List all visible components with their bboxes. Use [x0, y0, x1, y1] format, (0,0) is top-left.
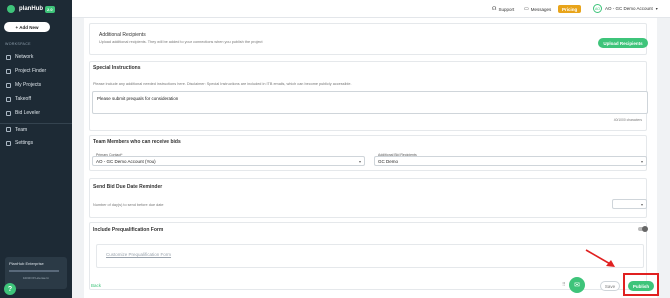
- instructions-title: Special Instructions: [93, 65, 141, 71]
- chat-button[interactable]: ✉: [569, 277, 585, 293]
- enterprise-title: PlanHub Enterprise: [9, 261, 44, 266]
- sidebar-item-label: Settings: [15, 140, 34, 146]
- additional-recipients-value: GC Demo: [378, 158, 399, 164]
- prequal-toggle[interactable]: [638, 226, 648, 232]
- sidebar-item-label: Team: [15, 126, 28, 133]
- sidebar-item-label: My Projects: [15, 82, 42, 88]
- message-icon: ▭: [524, 6, 529, 12]
- brand-logo[interactable]: planHub 2.0: [7, 5, 55, 13]
- sidebar-item-takeoff[interactable]: Takeoff: [0, 93, 72, 105]
- brand-version-tag: 2.0: [45, 5, 55, 13]
- sidebar: planHub 2.0 + Add New WORKSPACE Network …: [0, 0, 72, 298]
- upload-recipients-button[interactable]: Upload Recipients: [598, 38, 648, 48]
- primary-contact-value: AO - GC Demo Account (You): [96, 158, 156, 164]
- team-title: Team Members who can receive bids: [93, 139, 181, 145]
- char-counter: 40/1000 characters: [613, 118, 642, 122]
- sidebar-item-settings[interactable]: Settings: [0, 137, 72, 149]
- sidebar-item-network[interactable]: Network: [0, 51, 72, 63]
- sidebar-item-project-finder[interactable]: Project Finder: [0, 65, 72, 77]
- chevron-down-icon: ▾: [640, 201, 643, 207]
- brand-name: planHub: [19, 6, 43, 12]
- chevron-down-icon: ▾: [358, 158, 361, 164]
- prequal-title: Include Prequalification Form: [93, 227, 164, 233]
- ruler-icon: [6, 96, 11, 102]
- messages-link[interactable]: ▭ Messages: [524, 6, 551, 12]
- recipients-card: Additional Recipients Upload additional …: [89, 23, 648, 55]
- instructions-desc: Please include any additional needed ins…: [93, 82, 352, 86]
- special-instructions-input[interactable]: Please submit prequals for consideration: [92, 91, 648, 114]
- reminder-label: Number of day(s) to send before due date: [93, 203, 164, 207]
- sidebar-item-label: Bid Leveler: [15, 110, 41, 116]
- avatar: AO: [593, 4, 602, 13]
- account-menu[interactable]: AO AO - GC Demo Account ▾: [593, 4, 658, 13]
- sidebar-section-label: WORKSPACE: [5, 42, 31, 46]
- reminder-days-select[interactable]: ▾: [612, 199, 647, 209]
- prequal-card: Include Prequalification Form: [89, 222, 647, 290]
- gear-icon: [6, 140, 11, 146]
- messages-label: Messages: [530, 6, 552, 12]
- add-new-button[interactable]: + Add New: [4, 22, 50, 32]
- save-button[interactable]: Save: [600, 281, 620, 291]
- customize-prequal-link[interactable]: Customize Prequalification Form: [106, 252, 171, 257]
- network-icon: [6, 54, 11, 60]
- account-name: AO - GC Demo Account: [605, 6, 653, 11]
- top-bar: ☊ Support ▭ Messages Pricing AO AO - GC De…: [72, 0, 670, 18]
- pricing-button[interactable]: Pricing: [558, 5, 582, 13]
- chevron-down-icon: ▾: [655, 6, 658, 11]
- support-label: Support: [498, 6, 515, 12]
- reminder-card: Send Bid Due Date Reminder Number of day…: [89, 178, 647, 218]
- chat-icon: ✉: [574, 282, 580, 289]
- arrow-annotation-icon: [585, 249, 615, 267]
- back-button[interactable]: Back: [91, 283, 101, 288]
- sidebar-item-team[interactable]: Team: [0, 123, 72, 135]
- chevron-down-icon: ▾: [640, 158, 643, 164]
- folder-icon: [6, 82, 11, 88]
- grip-icon[interactable]: ⠿: [562, 282, 566, 288]
- reminder-title: Send Bid Due Date Reminder: [93, 184, 163, 190]
- primary-contact-select[interactable]: AO - GC Demo Account (You) ▾: [92, 156, 365, 166]
- additional-recipients-select[interactable]: GC Demo ▾: [374, 156, 647, 166]
- publish-button[interactable]: Publish: [628, 281, 654, 291]
- pricing-label: Pricing: [562, 6, 578, 12]
- team-icon: [6, 127, 11, 132]
- search-icon: [6, 68, 11, 74]
- license-count: 10/40 Of License In: [22, 276, 50, 280]
- scale-icon: [6, 110, 11, 116]
- support-link[interactable]: ☊ Support: [492, 6, 514, 12]
- sidebar-item-label: Network: [15, 54, 34, 60]
- sidebar-item-my-projects[interactable]: My Projects: [0, 79, 72, 91]
- sidebar-item-bid-leveler[interactable]: Bid Leveler: [0, 107, 72, 119]
- license-progress-bar: [9, 270, 59, 272]
- logo-icon: [7, 5, 15, 13]
- recipients-title: Additional Recipients: [99, 32, 146, 38]
- sidebar-item-label: Takeoff: [15, 96, 32, 102]
- sidebar-item-label: Project Finder: [15, 68, 47, 74]
- help-button[interactable]: ?: [4, 283, 16, 295]
- recipients-desc: Upload additional recipients. They will …: [99, 40, 263, 44]
- headset-icon: ☊: [492, 6, 497, 12]
- prequal-box: [96, 244, 644, 268]
